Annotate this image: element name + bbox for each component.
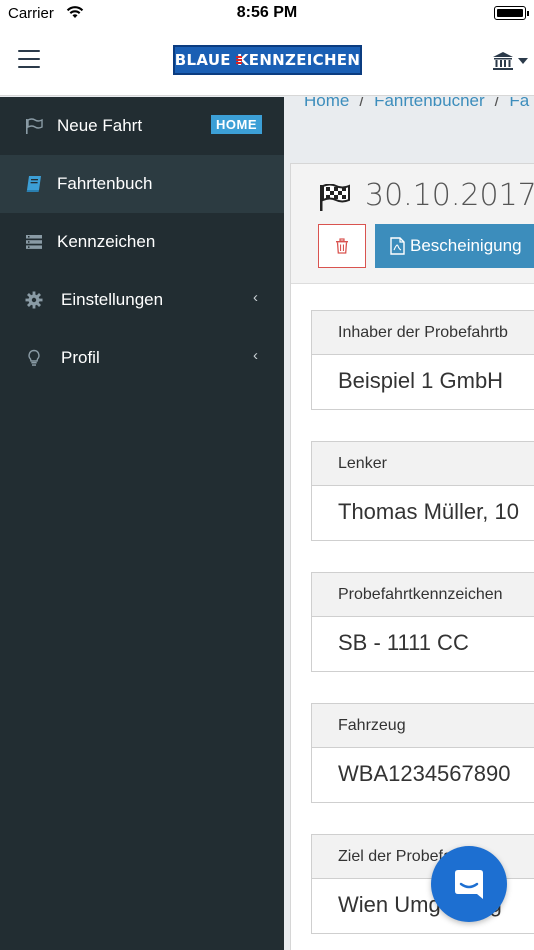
breadcrumb-fahrtenbuecher[interactable]: Fahrtenbücher: [374, 97, 485, 110]
trip-date-value: 30.10.2017: [365, 178, 534, 213]
sidebar-item-kennzeichen[interactable]: Kennzeichen: [0, 213, 284, 271]
sidebar-item-profil[interactable]: Profil ‹: [0, 329, 284, 387]
sidebar-item-label: Profil: [61, 348, 100, 367]
breadcrumb-separator: /: [359, 97, 365, 110]
certificate-button-label: Bescheinigung: [410, 236, 522, 255]
field-owner: Inhaber der Probefahrtb Beispiel 1 GmbH: [311, 310, 534, 410]
app-logo[interactable]: BLAUE KENNZEICHEN: [173, 45, 362, 75]
field-value: Thomas Müller, 10: [338, 499, 519, 524]
field-label: Fahrzeug: [312, 704, 534, 748]
delete-button[interactable]: [318, 224, 366, 268]
pdf-file-icon: [390, 237, 405, 255]
bank-icon: [493, 52, 513, 70]
home-badge: HOME: [211, 115, 262, 134]
lightbulb-icon: [28, 349, 40, 366]
sidebar-item-neue-fahrt[interactable]: Neue Fahrt HOME: [0, 97, 284, 155]
field-value: SB - 1111 CC: [338, 630, 469, 655]
sidebar: Neue Fahrt HOME Fahrtenbuch Kennzeichen …: [0, 97, 284, 950]
chat-icon: [455, 870, 483, 899]
sidebar-item-label: Kennzeichen: [57, 232, 156, 251]
sidebar-item-label: Neue Fahrt: [57, 116, 143, 135]
field-label: Probefahrtkennzeichen: [312, 573, 534, 617]
logo-text-right: KENNZEICHEN: [236, 51, 361, 69]
sidebar-item-einstellungen[interactable]: Einstellungen ‹: [0, 271, 284, 329]
field-license-plate: Probefahrtkennzeichen SB - 1111 CC: [311, 572, 534, 672]
institution-dropdown[interactable]: [492, 50, 528, 72]
checkered-flag-icon: [320, 184, 350, 211]
chevron-left-icon: ‹: [253, 289, 258, 306]
trip-date: 30.10.201720: [365, 178, 534, 213]
field-value: WBA1234567890: [338, 761, 511, 786]
top-navbar: BLAUE KENNZEICHEN: [0, 26, 534, 96]
book-icon: [26, 176, 41, 192]
chevron-left-icon: ‹: [253, 347, 258, 364]
field-value: Beispiel 1 GmbH: [338, 368, 504, 393]
trip-detail-panel: 30.10.201720 Bescheinigung: [290, 163, 534, 950]
field-vehicle: Fahrzeug WBA1234567890: [311, 703, 534, 803]
flag-icon: [26, 118, 43, 134]
breadcrumb-separator: /: [494, 97, 500, 110]
certificate-pdf-button[interactable]: Bescheinigung: [375, 224, 534, 268]
breadcrumb-home[interactable]: Home: [304, 97, 349, 110]
breadcrumb-current[interactable]: Fa: [509, 97, 529, 110]
list-icon: [26, 235, 42, 249]
sidebar-item-label: Einstellungen: [61, 290, 164, 309]
main-content: Home / Fahrtenbücher / Fa 30.10.201720 Besch…: [284, 97, 534, 950]
gear-icon: [25, 291, 43, 309]
breadcrumb: Home / Fahrtenbücher / Fa: [304, 97, 529, 111]
hamburger-menu-icon[interactable]: [18, 50, 40, 70]
caret-down-icon: [518, 58, 528, 64]
trash-icon: [336, 238, 348, 254]
field-label: Lenker: [312, 442, 534, 486]
field-label: Inhaber der Probefahrtb: [312, 311, 534, 355]
panel-header: 30.10.201720 Bescheinigung: [291, 164, 534, 284]
clock: 8:56 PM: [236, 4, 298, 21]
chat-launcher-button[interactable]: [431, 846, 507, 922]
field-driver: Lenker Thomas Müller, 10: [311, 441, 534, 541]
logo-text-left: BLAUE: [174, 51, 231, 69]
sidebar-item-fahrtenbuch[interactable]: Fahrtenbuch: [0, 155, 284, 213]
sidebar-item-label: Fahrtenbuch: [57, 174, 153, 193]
status-bar: Carrier 8:56 PM: [0, 0, 534, 26]
battery-icon: [494, 6, 529, 20]
